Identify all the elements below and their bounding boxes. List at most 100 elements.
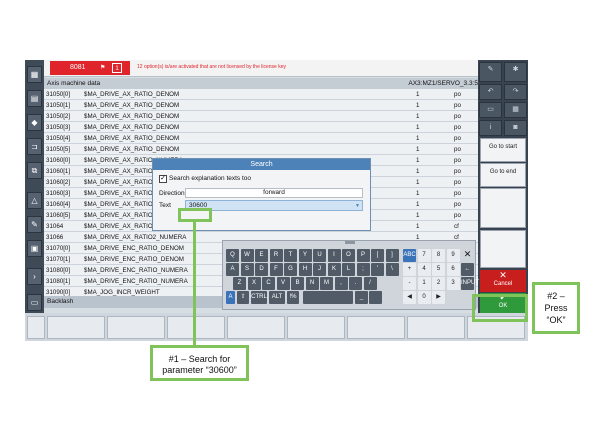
key[interactable]: [: [371, 249, 384, 262]
softkey-1[interactable]: [47, 316, 105, 339]
key[interactable]: A: [226, 291, 235, 304]
key[interactable]: !%: [287, 291, 299, 304]
key[interactable]: S: [240, 263, 254, 276]
key[interactable]: 9: [446, 249, 460, 262]
key[interactable]: T: [284, 249, 297, 262]
expand-icon[interactable]: ›: [27, 268, 42, 285]
key[interactable]: K: [327, 263, 341, 276]
parameter-icon[interactable]: ▤: [27, 90, 42, 107]
info-icon[interactable]: i: [479, 120, 502, 136]
tool-icon[interactable]: ✎: [27, 216, 42, 233]
keyboard-icon[interactable]: ▭: [479, 102, 502, 118]
key[interactable]: -: [403, 277, 416, 290]
key[interactable]: L: [342, 263, 355, 276]
close-icon[interactable]: ✕: [461, 248, 474, 261]
softkey-3[interactable]: [167, 316, 225, 339]
go-to-start-button[interactable]: Go to start: [480, 138, 526, 162]
undo-icon[interactable]: ↶: [479, 84, 502, 100]
key[interactable]: D: [255, 263, 268, 276]
key[interactable]: 4: [417, 263, 431, 276]
backspace-key[interactable]: ←: [461, 263, 474, 276]
screenshot-icon[interactable]: ◙: [504, 120, 527, 136]
window-icon[interactable]: ▭: [27, 294, 42, 311]
key[interactable]: X: [247, 277, 261, 290]
softkey-empty-2[interactable]: [480, 230, 526, 268]
key[interactable]: \: [385, 263, 399, 276]
softkey-4[interactable]: [227, 316, 285, 339]
space-key[interactable]: [303, 291, 353, 304]
key[interactable]: M: [320, 277, 333, 290]
key[interactable]: F: [269, 263, 283, 276]
program-manager-icon[interactable]: ⊐: [27, 138, 42, 155]
softkey-5[interactable]: [287, 316, 345, 339]
key[interactable]: 0: [417, 291, 431, 304]
key[interactable]: 1: [417, 277, 431, 290]
alarm-box[interactable]: 8081 ⚑ 1: [50, 61, 130, 75]
calculator-icon[interactable]: ▦: [504, 102, 527, 118]
softkey-6[interactable]: [347, 316, 405, 339]
key[interactable]: 8: [432, 249, 445, 262]
key[interactable]: R: [269, 249, 283, 262]
softkey-7[interactable]: [407, 316, 465, 339]
key[interactable]: ◀: [403, 291, 416, 304]
key[interactable]: ,: [334, 277, 348, 290]
key[interactable]: ;: [356, 263, 370, 276]
key[interactable]: ⇧: [237, 291, 249, 304]
key[interactable]: +: [403, 263, 416, 276]
key[interactable]: C: [262, 277, 275, 290]
machine-icon[interactable]: ▦: [27, 66, 42, 83]
key[interactable]: Q: [226, 249, 239, 262]
key[interactable]: B: [291, 277, 304, 290]
table-row[interactable]: 31050[4] $MA_DRIVE_AX_RATIO_DENOM 1 po: [44, 133, 478, 144]
key[interactable]: H: [298, 263, 312, 276]
key[interactable]: O: [342, 249, 355, 262]
diagnostics-icon[interactable]: ⧉: [27, 162, 42, 179]
key[interactable]: Z: [233, 277, 246, 290]
key[interactable]: N: [305, 277, 319, 290]
key[interactable]: CTRL: [251, 291, 267, 304]
key[interactable]: G: [284, 263, 297, 276]
key[interactable]: 6: [446, 263, 460, 276]
softkey-window[interactable]: [27, 316, 45, 339]
key[interactable]: /: [363, 277, 377, 290]
key[interactable]: 3: [446, 277, 460, 290]
table-row[interactable]: 31050[0] $MA_DRIVE_AX_RATIO_DENOM 1 po: [44, 89, 478, 100]
network-icon[interactable]: ✱: [504, 62, 527, 82]
warning-icon[interactable]: △: [27, 192, 42, 209]
key[interactable]: [369, 291, 382, 304]
go-to-end-button[interactable]: Go to end: [480, 163, 526, 187]
key[interactable]: 2: [432, 277, 445, 290]
key[interactable]: Y: [298, 249, 312, 262]
key[interactable]: _: [355, 291, 368, 304]
table-row[interactable]: 31050[3] $MA_DRIVE_AX_RATIO_DENOM 1 po: [44, 122, 478, 133]
key[interactable]: W: [240, 249, 254, 262]
program-icon[interactable]: ◆: [27, 114, 42, 131]
softkey-2[interactable]: [107, 316, 165, 339]
commissioning-icon[interactable]: ▣: [27, 240, 42, 257]
key[interactable]: ]: [385, 249, 399, 262]
direction-select[interactable]: forward: [185, 188, 363, 198]
key[interactable]: .: [349, 277, 362, 290]
key[interactable]: P: [356, 249, 370, 262]
key[interactable]: U: [313, 249, 326, 262]
wrench-icon[interactable]: ✎: [479, 62, 502, 82]
key[interactable]: 7: [417, 249, 431, 262]
cancel-button[interactable]: ✕ Cancel: [480, 270, 526, 292]
explanation-checkbox[interactable]: ✓: [159, 175, 167, 183]
redo-icon[interactable]: ↷: [504, 84, 527, 100]
key[interactable]: ': [371, 263, 384, 276]
key[interactable]: E: [255, 249, 268, 262]
table-row[interactable]: 31050[1] $MA_DRIVE_AX_RATIO_DENOM 1 po: [44, 100, 478, 111]
softkey-empty-1[interactable]: [480, 188, 526, 228]
key[interactable]: ABC: [403, 249, 416, 262]
input-key[interactable]: INPUT: [461, 277, 479, 290]
table-row[interactable]: 31050[5] $MA_DRIVE_AX_RATIO_DENOM 1 po: [44, 144, 478, 155]
key[interactable]: J: [313, 263, 326, 276]
table-row[interactable]: 31050[2] $MA_DRIVE_AX_RATIO_DENOM 1 po: [44, 111, 478, 122]
key[interactable]: I: [327, 249, 341, 262]
key[interactable]: ALT: [269, 291, 285, 304]
keyboard-drag-handle[interactable]: [345, 241, 355, 244]
key[interactable]: ▶: [432, 291, 445, 304]
key[interactable]: 5: [432, 263, 445, 276]
key[interactable]: V: [276, 277, 290, 290]
